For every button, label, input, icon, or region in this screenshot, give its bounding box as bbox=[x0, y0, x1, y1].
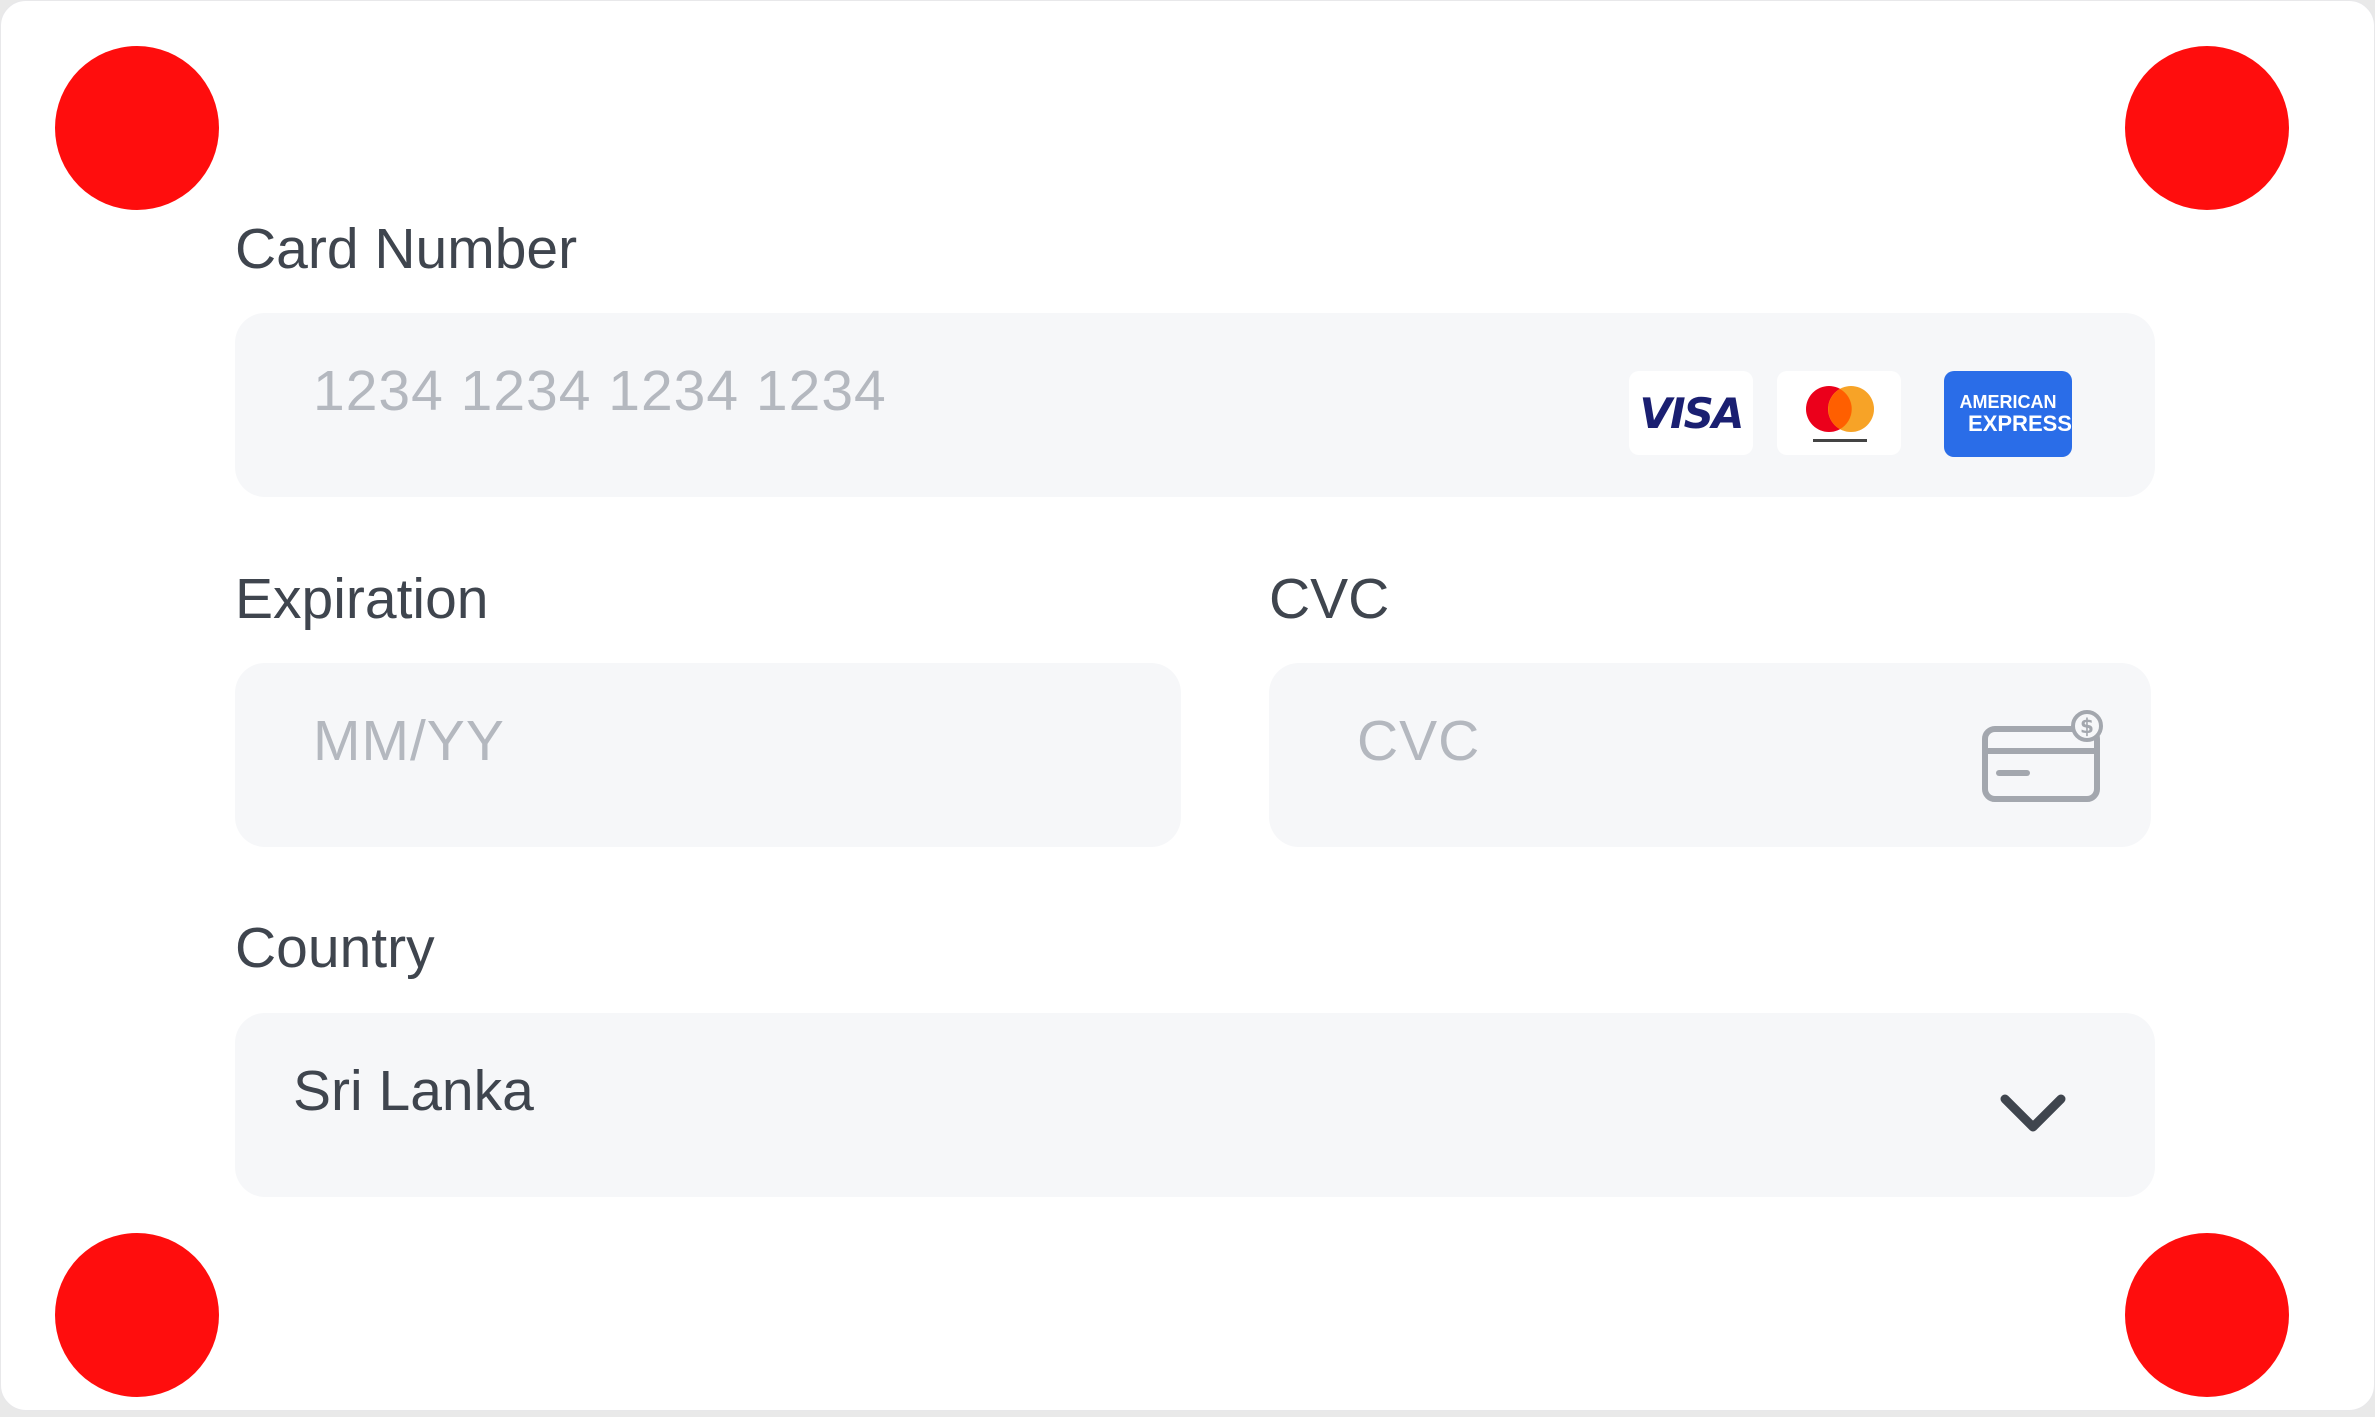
amex-logo-line1: AMERICAN bbox=[1959, 392, 2057, 412]
cvc-label: CVC bbox=[1269, 567, 1390, 631]
mastercard-icon bbox=[1777, 371, 1901, 455]
card-cvc-icon: $ bbox=[1982, 710, 2103, 802]
amex-logo-line2: EXPRESS bbox=[1968, 411, 2072, 436]
visa-icon: VISA bbox=[1629, 371, 1753, 455]
amex-icon: AMERICAN EXPRESS bbox=[1944, 371, 2072, 457]
expiration-label: Expiration bbox=[235, 567, 489, 631]
cvc-placeholder: CVC bbox=[1357, 709, 1481, 773]
corner-marker-top-left bbox=[55, 46, 219, 210]
expiration-input[interactable]: MM/YY bbox=[235, 663, 1181, 847]
payment-form-card: Card Number 1234 1234 1234 1234 VISA AME… bbox=[0, 0, 2375, 1411]
expiration-placeholder: MM/YY bbox=[313, 709, 505, 773]
corner-marker-bottom-right bbox=[2125, 1233, 2289, 1397]
chevron-down-icon[interactable] bbox=[1997, 1085, 2069, 1141]
country-selected-value: Sri Lanka bbox=[293, 1059, 534, 1123]
corner-marker-top-right bbox=[2125, 46, 2289, 210]
country-select[interactable]: Sri Lanka bbox=[235, 1013, 2155, 1197]
card-number-placeholder: 1234 1234 1234 1234 bbox=[313, 359, 887, 423]
svg-text:$: $ bbox=[2080, 714, 2094, 738]
corner-marker-bottom-left bbox=[55, 1233, 219, 1397]
card-number-input[interactable]: 1234 1234 1234 1234 VISA AMERICAN EXPRES… bbox=[235, 313, 2155, 497]
cvc-input[interactable]: CVC $ bbox=[1269, 663, 2151, 847]
country-label: Country bbox=[235, 916, 435, 980]
visa-logo-text: VISA bbox=[1639, 388, 1745, 438]
card-number-label: Card Number bbox=[235, 217, 578, 281]
